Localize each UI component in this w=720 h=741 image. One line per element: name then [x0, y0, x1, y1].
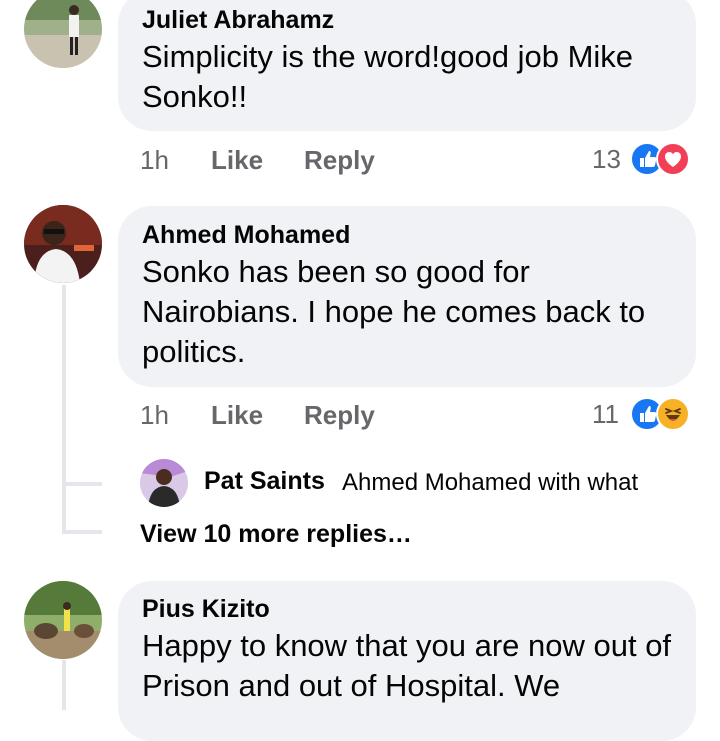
haha-icon: [656, 397, 690, 431]
comment-time[interactable]: 1h: [140, 400, 169, 431]
avatar[interactable]: [24, 205, 102, 283]
avatar-photo-icon: [140, 459, 188, 507]
reply-button[interactable]: Reply: [304, 145, 375, 176]
comment-author[interactable]: Juliet Abrahamz: [142, 5, 672, 35]
reaction-summary[interactable]: 11: [592, 397, 702, 433]
thread-line-2: [62, 660, 66, 710]
comment-author[interactable]: Pius Kizito: [142, 594, 672, 624]
comment-time[interactable]: 1h: [140, 145, 169, 176]
love-icon: [656, 142, 690, 176]
avatar-photo-icon: [24, 0, 102, 68]
like-button[interactable]: Like: [211, 400, 263, 431]
thread-line: [62, 285, 66, 533]
reply-avatar[interactable]: [140, 459, 188, 507]
comment-text: Happy to know that you are now out of Pr…: [142, 628, 672, 703]
reply-button[interactable]: Reply: [304, 400, 375, 431]
avatar-photo-icon: [24, 581, 102, 659]
avatar[interactable]: [24, 0, 102, 68]
view-more-replies-link[interactable]: View 10 more replies…: [140, 520, 412, 549]
comment-text: Sonko has been so good for Nairobians. I…: [142, 254, 646, 369]
thread-branch-view-more: [62, 530, 102, 534]
avatar[interactable]: [24, 581, 102, 659]
reaction-count: 11: [592, 399, 619, 429]
like-button[interactable]: Like: [211, 145, 263, 176]
reply-author[interactable]: Pat Saints: [204, 467, 325, 496]
reaction-count: 13: [592, 144, 621, 174]
comment-bubble: Juliet Abrahamz Simplicity is the word!g…: [118, 0, 696, 131]
comment-bubble: Ahmed Mohamed Sonko has been so good for…: [118, 206, 696, 387]
comment-text: Simplicity is the word!good job Mike Son…: [142, 39, 634, 114]
thread-branch-reply: [62, 482, 102, 486]
avatar-photo-icon: [24, 205, 102, 283]
comment-author[interactable]: Ahmed Mohamed: [142, 220, 672, 250]
comment-bubble: Pius Kizito Happy to know that you are n…: [118, 581, 696, 741]
reply-text: Ahmed Mohamed with what: [342, 469, 639, 496]
reaction-summary[interactable]: 13: [592, 142, 702, 178]
